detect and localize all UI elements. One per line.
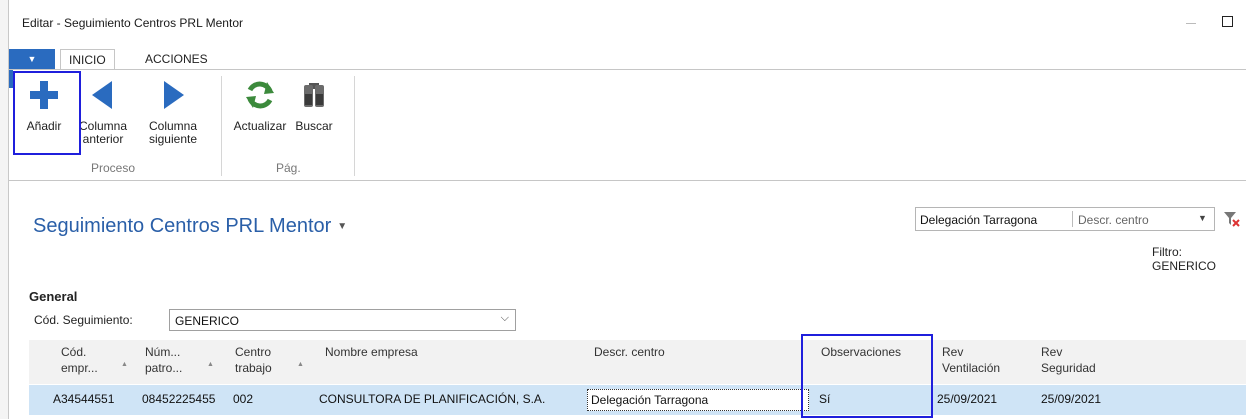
cell-num-patronal[interactable]: 08452225455 (142, 392, 215, 406)
filter-field[interactable]: Descr. centro (1078, 213, 1149, 227)
group-separator (354, 76, 355, 176)
sort-icon: ▲ (207, 361, 214, 368)
column-header-rev-ventilacion[interactable]: Rev Ventilación (942, 344, 1000, 376)
header-text: trabajo (235, 361, 272, 375)
arrow-left-icon (92, 81, 112, 109)
search-button[interactable]: Buscar (291, 78, 337, 133)
header-text: Seguridad (1041, 361, 1096, 375)
header-text: patro... (145, 361, 183, 375)
filter-separator (1072, 211, 1073, 227)
header-text: empr... (61, 361, 98, 375)
ribbon-tabs: ▼ INICIO ACCIONES (9, 49, 1246, 70)
cell-rev-ventilacion[interactable]: 25/09/2021 (937, 392, 997, 406)
page-title[interactable]: Seguimiento Centros PRL Mentor ▼ (33, 215, 347, 238)
sort-icon: ▲ (297, 361, 304, 368)
cell-descr-centro[interactable]: Delegación Tarragona (587, 389, 809, 411)
edit-window: Editar - Seguimiento Centros PRL Mentor … (9, 0, 1246, 419)
next-column-label-2: siguiente (148, 132, 198, 146)
sort-icon: ▲ (121, 361, 128, 368)
cell-cod-empresa[interactable]: A34544551 (53, 392, 114, 406)
cod-seguimiento-value: GENERICO (175, 314, 240, 328)
filter-value[interactable]: Delegación Tarragona (920, 213, 1037, 227)
title-bar: Editar - Seguimiento Centros PRL Mentor (9, 0, 1246, 44)
group-label-pag: Pág. (276, 161, 301, 175)
refresh-button[interactable]: Actualizar (229, 78, 291, 133)
next-column-button[interactable]: Columna siguiente (142, 78, 204, 146)
app-menu-button[interactable]: ▼ (9, 49, 55, 69)
column-header-cod-empresa[interactable]: Cód. empr... ▲ (61, 344, 128, 376)
refresh-button-label: Actualizar (233, 119, 287, 133)
header-text: Cód. (61, 345, 87, 359)
next-column-label-1: Columna (148, 119, 198, 133)
column-header-num-patronal[interactable]: Núm... patro... ▲ (145, 344, 214, 376)
previous-column-button[interactable]: Columna anterior (73, 78, 133, 146)
column-header-descr-centro[interactable]: Descr. centro (594, 344, 665, 360)
arrow-right-icon (164, 81, 184, 109)
section-general[interactable]: General (29, 289, 77, 304)
chevron-down-icon[interactable]: ⌵ (501, 312, 509, 325)
cell-rev-seguridad[interactable]: 25/09/2021 (1041, 392, 1101, 406)
filter-status: Filtro: GENERICO (1152, 245, 1217, 273)
previous-column-label-1: Columna (78, 119, 128, 133)
cell-centro-trabajo[interactable]: 002 (233, 392, 253, 406)
window-title: Editar - Seguimiento Centros PRL Mentor (22, 16, 243, 30)
clear-filter-icon[interactable] (1223, 210, 1241, 228)
column-header-rev-seguridad[interactable]: Rev Seguridad (1041, 344, 1096, 376)
ribbon: Añadir Columna anterior Columna siguient… (9, 69, 1246, 181)
tab-acciones[interactable]: ACCIONES (137, 49, 216, 69)
previous-column-label-2: anterior (82, 132, 124, 146)
background-window-strip (0, 0, 9, 419)
maximize-button[interactable] (1222, 16, 1233, 27)
chevron-down-icon[interactable]: ▼ (1198, 213, 1207, 223)
tab-inicio[interactable]: INICIO (60, 49, 115, 70)
caret-down-icon: ▼ (27, 54, 37, 64)
page-title-text: Seguimiento Centros PRL Mentor (33, 215, 332, 237)
cod-seguimiento-label: Cód. Seguimiento: (34, 313, 133, 327)
header-text: Rev (942, 345, 964, 359)
group-separator (221, 76, 222, 176)
header-text: Ventilación (942, 361, 1001, 375)
caret-down-icon: ▼ (337, 221, 348, 233)
column-header-centro-trabajo[interactable]: Centro trabajo ▲ (235, 344, 304, 376)
cell-nombre-empresa[interactable]: CONSULTORA DE PLANIFICACIÓN, S.A. (319, 392, 545, 406)
binoculars-icon (304, 83, 324, 107)
header-text: Rev (1041, 345, 1063, 359)
header-text: Centro (235, 345, 272, 359)
minimize-button[interactable] (1186, 23, 1196, 24)
group-label-proceso: Proceso (91, 161, 136, 175)
column-header-nombre-empresa[interactable]: Nombre empresa (325, 344, 418, 360)
table-row[interactable]: A34544551 08452225455 002 CONSULTORA DE … (29, 385, 1246, 415)
search-button-label: Buscar (295, 119, 333, 133)
refresh-icon (246, 81, 274, 109)
filter-box[interactable]: Delegación Tarragona Descr. centro ▼ (915, 207, 1215, 231)
highlight-box-add (13, 71, 81, 155)
highlight-box-observaciones (801, 334, 933, 418)
header-text: Núm... (145, 345, 181, 359)
cod-seguimiento-select[interactable]: GENERICO ⌵ (169, 309, 516, 331)
grid-header: Cód. empr... ▲ Núm... patro... ▲ Centro … (29, 340, 1246, 384)
